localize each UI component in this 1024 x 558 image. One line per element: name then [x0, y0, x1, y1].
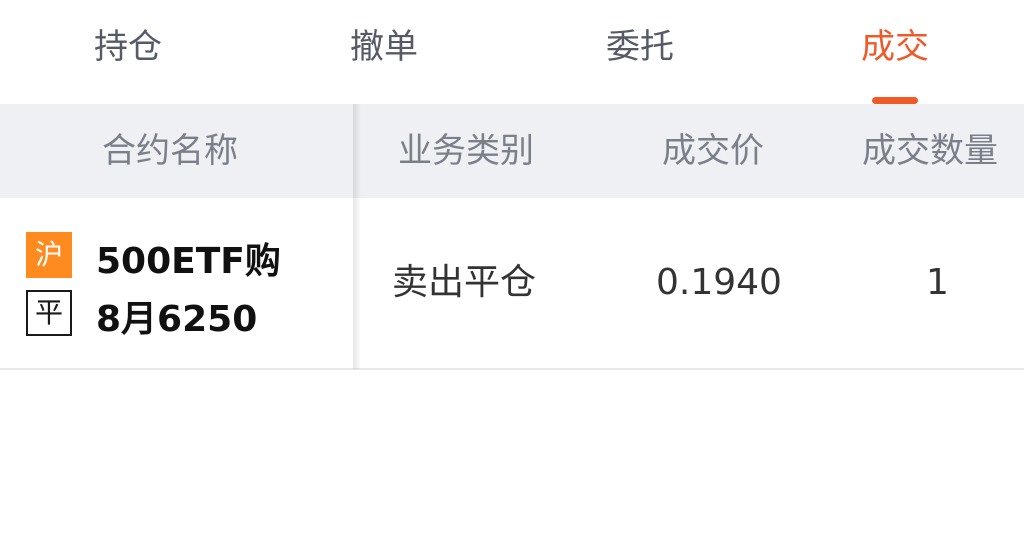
frozen-column-shadow — [353, 104, 361, 369]
table-header: 合约名称 业务类别 成交价 成交数量 — [0, 104, 1024, 198]
header-business-type: 业务类别 — [398, 131, 534, 171]
header-trade-price: 成交价 — [662, 131, 764, 171]
contract-name-line1: 500ETF购 — [96, 241, 281, 282]
tab-cancel-order[interactable]: 撤单 — [304, 22, 464, 72]
tab-orders[interactable]: 委托 — [560, 22, 720, 72]
trade-quantity-value: 1 — [926, 262, 949, 303]
exchange-badge: 沪 — [26, 232, 72, 278]
tab-holdings[interactable]: 持仓 — [48, 22, 208, 72]
business-type-value: 卖出平仓 — [392, 262, 537, 303]
contract-name-line2: 8月6250 — [96, 299, 258, 340]
header-contract-name: 合约名称 — [102, 131, 238, 171]
table-row[interactable]: 沪 平 500ETF购 8月6250 卖出平仓 0.1940 1 — [0, 198, 1024, 370]
active-tab-indicator — [872, 97, 918, 104]
tab-bar: 持仓 撤单 委托 成交 — [0, 0, 1024, 104]
close-position-badge: 平 — [26, 290, 72, 336]
header-trade-quantity: 成交数量 — [862, 131, 998, 171]
tab-trades[interactable]: 成交 — [815, 22, 975, 72]
trade-price-value: 0.1940 — [656, 262, 782, 303]
